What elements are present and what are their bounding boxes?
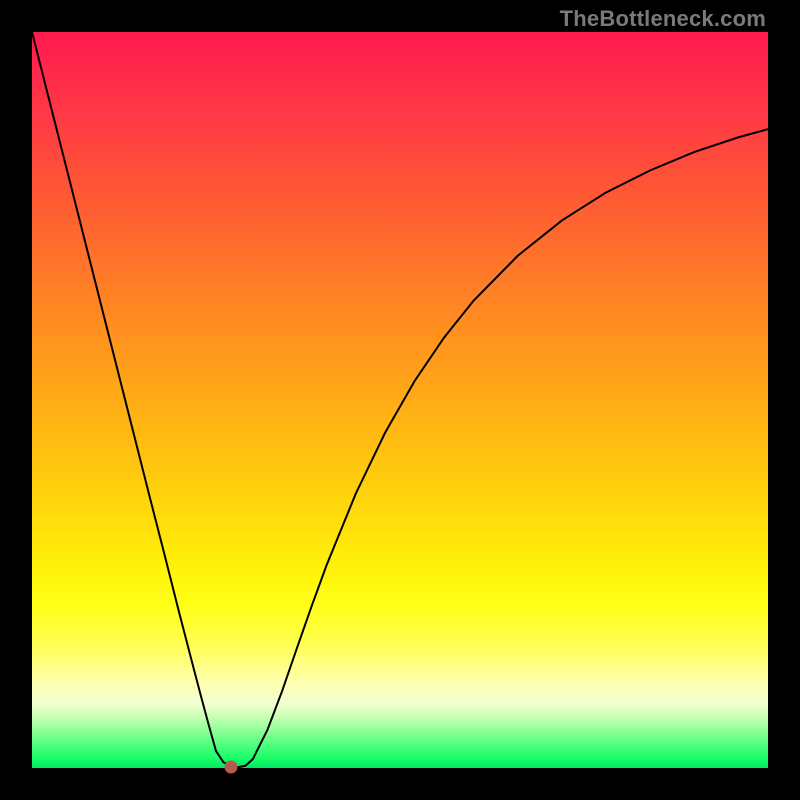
watermark-text: TheBottleneck.com (560, 6, 766, 32)
bottleneck-curve (32, 32, 768, 768)
plot-area (32, 32, 768, 768)
optimal-point-marker (224, 761, 237, 774)
chart-frame: TheBottleneck.com (0, 0, 800, 800)
